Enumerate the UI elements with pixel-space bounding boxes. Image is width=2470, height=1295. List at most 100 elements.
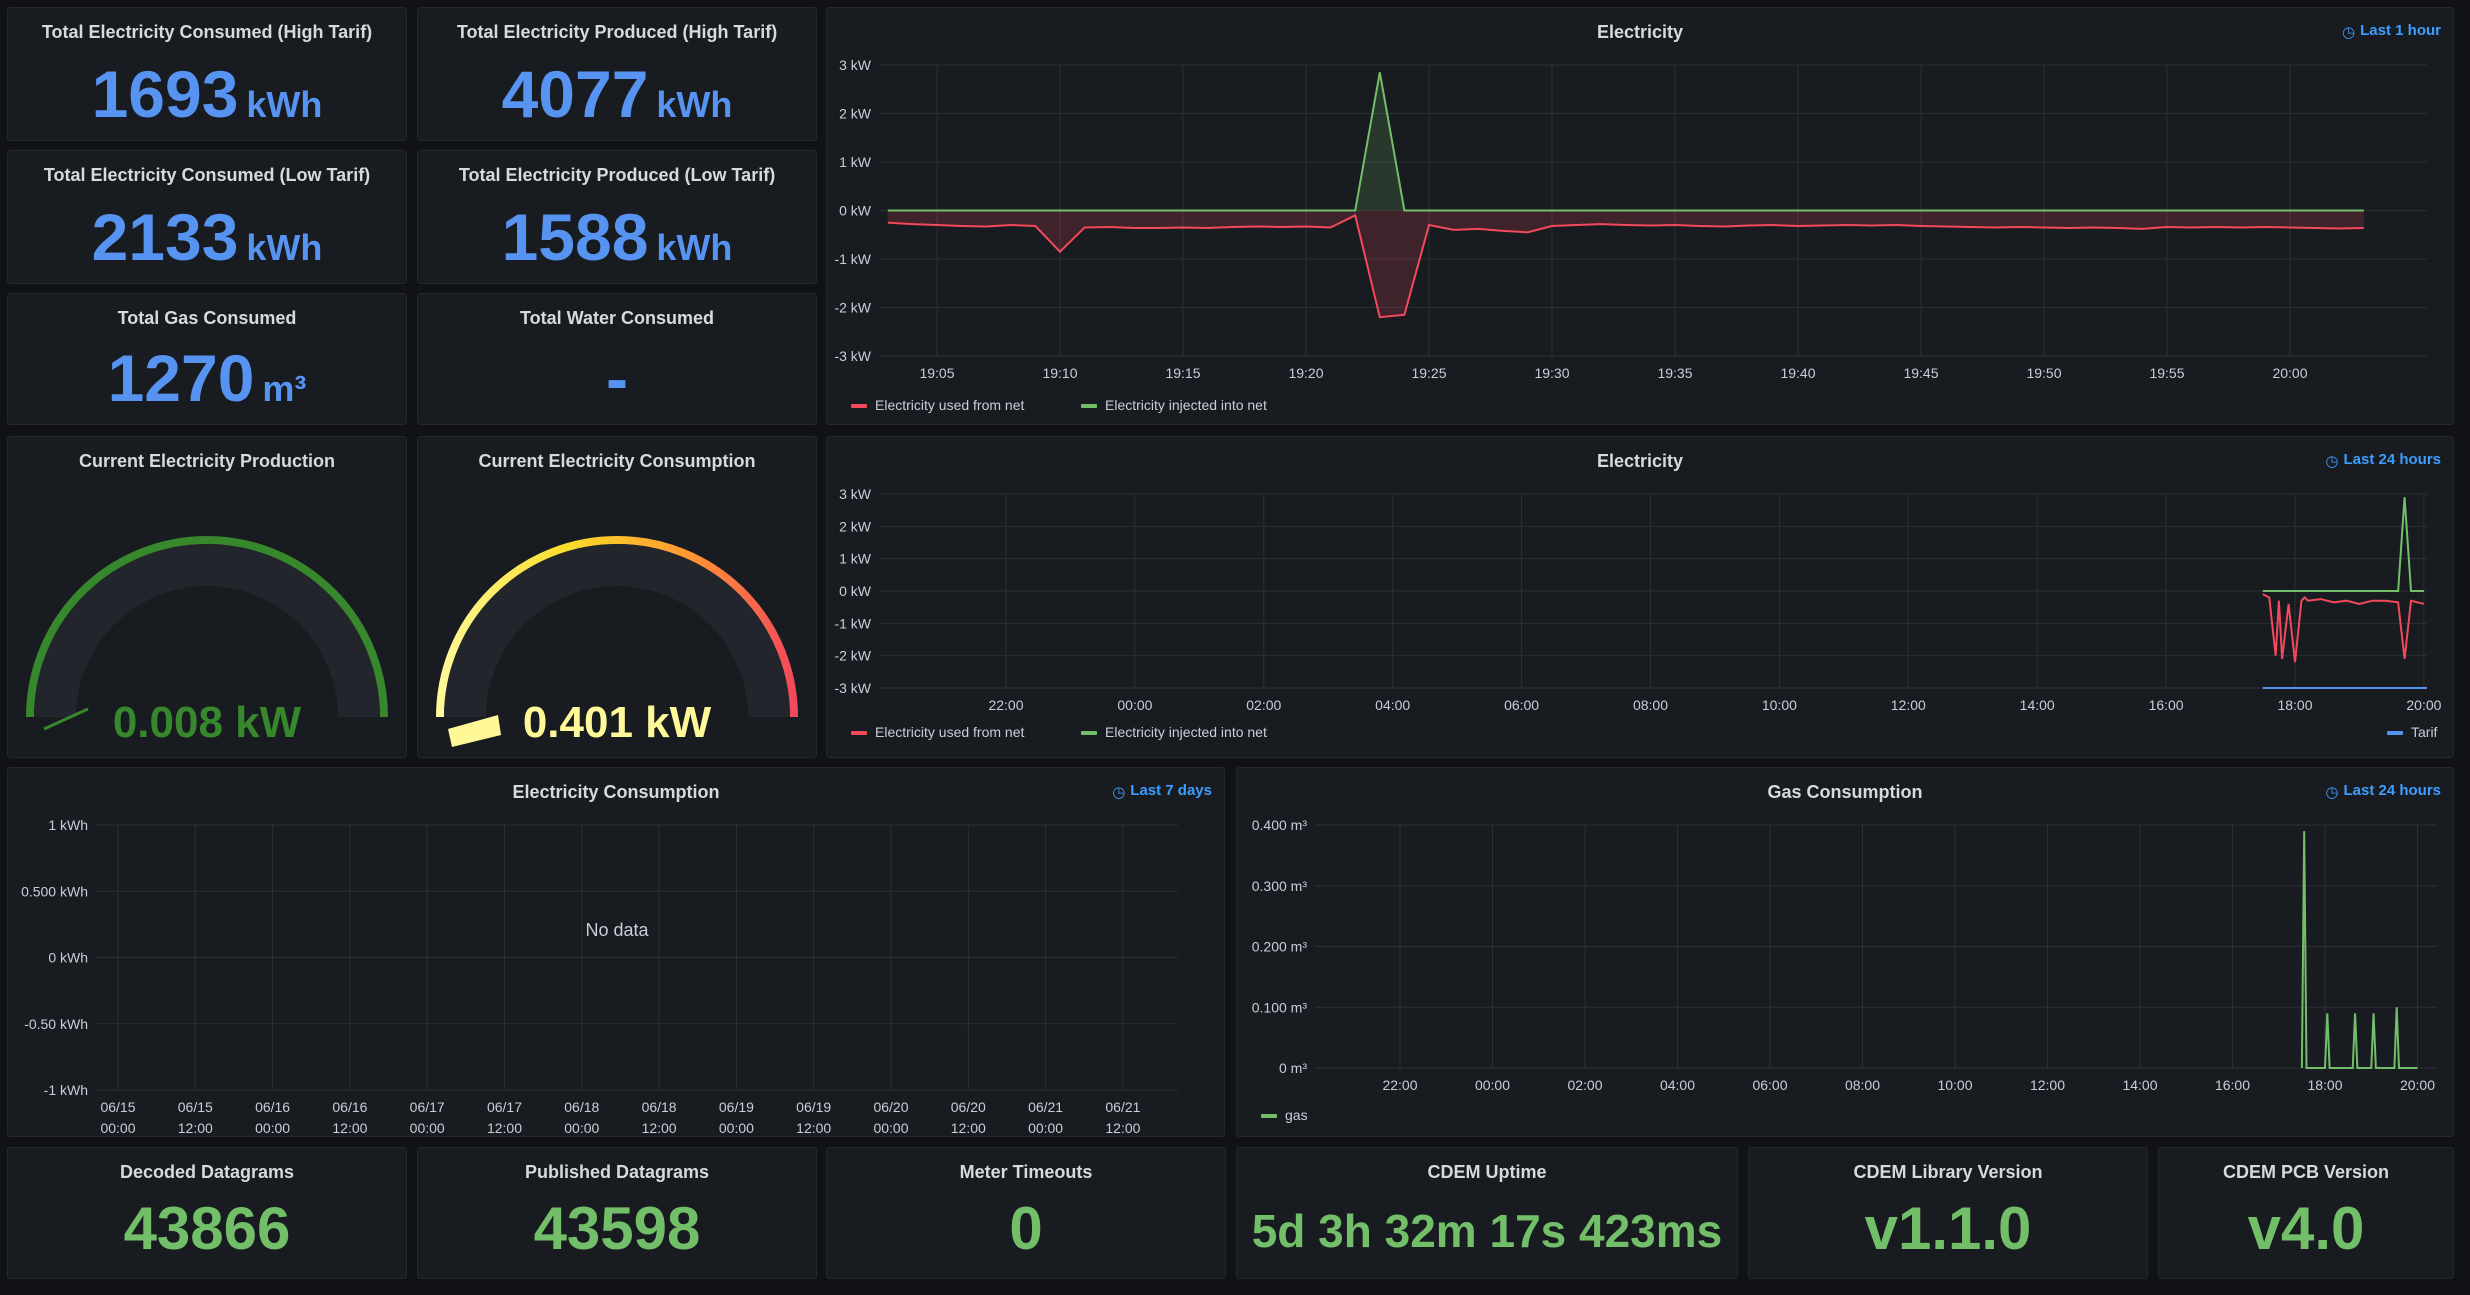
stat-timeouts[interactable]: Meter Timeouts 0 <box>826 1147 1226 1279</box>
legend-label: Electricity injected into net <box>1105 724 1267 740</box>
legend-swatch <box>851 404 867 408</box>
panel-title: Total Electricity Consumed (Low Tarif) <box>43 165 371 185</box>
y-tick-label: 0 kWh <box>48 950 88 966</box>
x-tick-label: 19:05 <box>919 365 954 381</box>
panel-title: Total Electricity Consumed (High Tarif) <box>41 22 373 42</box>
x-tick-label: 00:00 <box>410 1120 445 1136</box>
y-tick-label: 0.400 m³ <box>1252 817 1308 833</box>
x-tick-label: 12:00 <box>332 1120 367 1136</box>
stat-unit: kWh <box>246 84 323 125</box>
x-tick-label: 06/20 <box>873 1099 908 1115</box>
stat-produced-high[interactable]: Total Electricity Produced (High Tarif) … <box>417 7 817 141</box>
series-line <box>887 213 2364 319</box>
x-tick-label: 06/20 <box>951 1099 986 1115</box>
chart-svg: 0.400 m³ 0.300 m³ 0.200 m³ 0.100 m³ 0 m³ 22:0… <box>1252 817 2437 1123</box>
x-tick-label: 04:00 <box>1660 1077 1695 1093</box>
series-area <box>887 72 2364 211</box>
chart-electricity-consumption[interactable]: Electricity Consumption ◷ Last 7 days 1 k… <box>7 767 1225 1137</box>
x-tick-label: 06/17 <box>487 1099 522 1115</box>
stat-number: 2133 <box>91 200 239 274</box>
x-tick-label: 08:00 <box>1845 1077 1880 1093</box>
series-line <box>2262 497 2424 592</box>
y-tick-label: -1 kW <box>834 251 871 267</box>
gauge-consumption: 0.401 kW <box>436 536 798 747</box>
x-tick-label: 19:40 <box>1780 365 1815 381</box>
x-tick-label: 06/15 <box>178 1099 213 1115</box>
x-tick-label: 06/16 <box>332 1099 367 1115</box>
x-tick-label: 22:00 <box>1382 1077 1417 1093</box>
panel-title: Published Datagrams <box>524 1162 710 1182</box>
y-tick-label: 1 kW <box>839 154 872 170</box>
series-line <box>887 72 2364 212</box>
stat-value: 5d 3h 32m 17s 423ms <box>1251 1205 1723 1257</box>
y-tick-label: 3 kW <box>839 57 872 73</box>
stat-unit: kWh <box>246 227 323 268</box>
stat-gas[interactable]: Total Gas Consumed 1270 m³ <box>7 293 407 425</box>
panel-title: Decoded Datagrams <box>119 1162 295 1182</box>
x-tick-label: 06:00 <box>1752 1077 1787 1093</box>
chart-electricity-1h[interactable]: Electricity ◷ Last 1 hour 3 kW 2 kW 1 kW 0 k… <box>826 7 2454 425</box>
stat-number: 4077 <box>501 57 649 131</box>
stat-library-version[interactable]: CDEM Library Version v1.1.0 <box>1748 1147 2148 1279</box>
x-tick-label: 12:00 <box>796 1120 831 1136</box>
panel-title: CDEM PCB Version <box>2222 1162 2390 1182</box>
stat-value: v4.0 <box>2247 1195 2365 1262</box>
x-tick-label: 12:00 <box>1105 1120 1140 1136</box>
y-tick-label: -1 kW <box>834 615 871 631</box>
chart-svg: 3 kW 2 kW 1 kW 0 kW -1 kW -2 kW -3 kW 19:05 19:1… <box>834 57 2427 413</box>
panel-title: Meter Timeouts <box>959 1162 1093 1182</box>
x-tick-label: 19:25 <box>1411 365 1446 381</box>
panel-title: CDEM Library Version <box>1853 1162 2043 1182</box>
chart-svg: 3 kW 2 kW 1 kW 0 kW -1 kW -2 kW -3 kW 22:00 00:0… <box>834 486 2441 740</box>
stat-value: 2133 kWh <box>8 199 406 275</box>
stat-published[interactable]: Published Datagrams 43598 <box>417 1147 817 1279</box>
x-tick-label: 12:00 <box>1891 697 1926 713</box>
chart-gas-consumption[interactable]: Gas Consumption ◷ Last 24 hours 0.400 m³ 0… <box>1236 767 2454 1137</box>
stat-value: 43598 <box>533 1195 701 1262</box>
stat-number: 1693 <box>91 57 239 131</box>
panel-title: Total Electricity Produced (Low Tarif) <box>458 165 776 185</box>
stat-decoded[interactable]: Decoded Datagrams 43866 <box>7 1147 407 1279</box>
x-tick-label: 12:00 <box>487 1120 522 1136</box>
stat-consumed-low[interactable]: Total Electricity Consumed (Low Tarif) 2… <box>7 150 407 284</box>
panel-title: Current Electricity Production <box>78 451 336 471</box>
x-tick-label: 16:00 <box>2149 697 2184 713</box>
x-tick-label: 00:00 <box>1117 697 1152 713</box>
stat-water[interactable]: Total Water Consumed - <box>417 293 817 425</box>
y-tick-label: 0.500 kWh <box>21 883 88 899</box>
y-tick-label: 0 m³ <box>1279 1060 1307 1076</box>
y-tick-label: 0 kW <box>839 583 872 599</box>
x-tick-label: 19:10 <box>1042 365 1077 381</box>
gauge-value: 0.401 kW <box>523 698 712 747</box>
x-tick-label: 00:00 <box>100 1120 135 1136</box>
stat-value: - <box>418 340 816 416</box>
gauge-consumption-panel[interactable]: Current Electricity Consumption 0.401 kW <box>417 436 817 758</box>
x-tick-label: 06/18 <box>564 1099 599 1115</box>
legend-label: Electricity used from net <box>875 397 1024 413</box>
stat-number: 1270 <box>107 341 255 415</box>
y-tick-label: -3 kW <box>834 348 871 364</box>
stat-pcb-version[interactable]: CDEM PCB Version v4.0 <box>2158 1147 2454 1279</box>
stat-unit: m³ <box>262 368 307 409</box>
stat-number: - <box>606 341 628 415</box>
gauge-production-panel[interactable]: Current Electricity Production 0.008 kW <box>7 436 407 758</box>
series-line <box>2300 831 2418 1069</box>
chart-electricity-24h[interactable]: Electricity ◷ Last 24 hours 3 kW 2 kW 1 kW 0… <box>826 436 2454 758</box>
x-tick-label: 14:00 <box>2020 697 2055 713</box>
panel-title: CDEM Uptime <box>1427 1162 1547 1182</box>
chart-svg: 1 kWh 0.500 kWh 0 kWh -0.50 kWh -1 kWh 06/15 0… <box>21 817 1178 1136</box>
x-tick-label: 02:00 <box>1246 697 1281 713</box>
x-tick-label: 06/19 <box>719 1099 754 1115</box>
gauge-production: 0.008 kW <box>26 536 388 747</box>
stat-consumed-high[interactable]: Total Electricity Consumed (High Tarif) … <box>7 7 407 141</box>
y-tick-label: 0 kW <box>839 203 872 219</box>
panel-title: Total Gas Consumed <box>117 308 297 328</box>
y-tick-label: 0.100 m³ <box>1252 999 1308 1015</box>
stat-uptime[interactable]: CDEM Uptime 5d 3h 32m 17s 423ms <box>1236 1147 1738 1279</box>
x-tick-label: 06/15 <box>100 1099 135 1115</box>
stat-produced-low[interactable]: Total Electricity Produced (Low Tarif) 1… <box>417 150 817 284</box>
y-tick-label: -2 kW <box>834 300 871 316</box>
y-tick-label: 0.200 m³ <box>1252 939 1308 955</box>
y-tick-label: -0.50 kWh <box>24 1016 88 1032</box>
y-tick-label: 2 kW <box>839 518 872 534</box>
